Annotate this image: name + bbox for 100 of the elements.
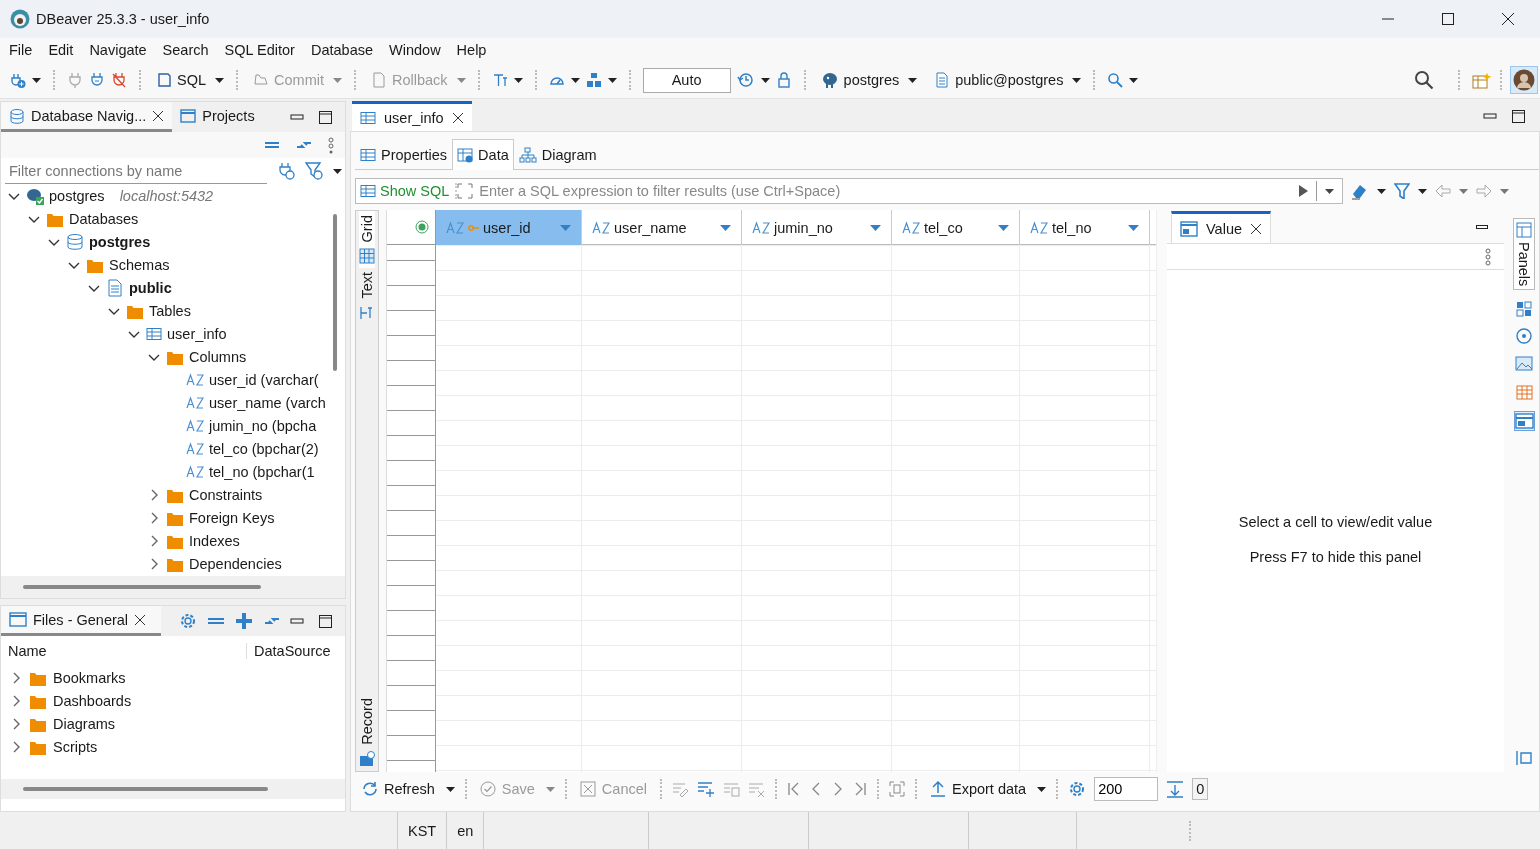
caret-icon[interactable] [1072,77,1082,83]
reconnect-icon[interactable] [89,72,105,88]
select-all-icon[interactable] [415,220,429,234]
add-icon[interactable] [235,612,253,630]
connection-selector[interactable]: postgres [817,69,903,91]
caret-icon[interactable] [1129,77,1139,83]
connection-filter-icon[interactable] [277,162,295,180]
tree-item[interactable]: Dependencies [189,555,282,572]
caret-icon[interactable] [513,77,523,83]
tree-item[interactable]: tel_no (bpchar(1 [209,463,315,480]
minimize-icon[interactable] [1476,225,1488,229]
close-icon[interactable] [152,109,165,122]
eraser-icon[interactable] [1351,182,1369,200]
panels-tab[interactable]: Panels [1513,218,1535,291]
schema-selector[interactable]: public@postgres [931,70,1067,90]
caret-icon[interactable] [215,77,224,83]
menu-item[interactable]: File [1,42,41,58]
column-menu-icon[interactable] [560,224,571,231]
add-row-icon[interactable] [697,780,715,798]
close-icon[interactable] [451,111,464,124]
image-icon[interactable] [1515,355,1533,373]
export-button[interactable]: Export data [927,781,1030,797]
disconnect-icon[interactable] [111,72,127,88]
tree-item[interactable]: Indexes [189,532,240,549]
menu-item[interactable]: Window [381,42,449,58]
maximize-icon[interactable] [318,613,333,629]
lock-icon[interactable] [775,72,792,88]
back-icon[interactable] [1435,183,1451,199]
fetch-size-field[interactable]: 200 [1094,777,1159,801]
tree-item[interactable]: Diagrams [53,715,116,732]
settings-icon[interactable] [1068,780,1087,798]
close-icon[interactable] [1250,222,1262,235]
caret-icon[interactable] [1377,188,1386,194]
settings-icon[interactable] [179,612,197,630]
hierarchy-icon[interactable] [585,72,602,88]
filter-field[interactable]: Enter a SQL expression to filter results (use Ctrl+Space) [479,183,1298,199]
column-menu-icon[interactable] [870,224,881,231]
menu-item[interactable]: Help [448,42,495,58]
tree-item[interactable]: user_info [167,325,227,342]
sidebar-toggle-icon[interactable] [1516,750,1532,766]
column-header[interactable]: user_name [582,210,742,245]
sql-button[interactable]: SQL [153,70,209,90]
column-header[interactable]: tel_co [892,210,1020,245]
more-vertical-icon[interactable] [327,136,335,154]
tree-item[interactable]: postgres [49,187,105,204]
view-tab[interactable]: Record [359,694,375,771]
show-sql-button[interactable]: Show SQL [360,183,458,199]
tree-item[interactable]: tel_co (bpchar(2) [209,440,319,457]
forward-icon[interactable] [1476,183,1492,199]
tree-item[interactable]: Tables [149,302,191,319]
edit-row-icon[interactable] [672,780,689,798]
view-tab[interactable]: Text [359,268,375,325]
tree-item[interactable]: Columns [189,348,247,365]
search-icon[interactable] [1414,70,1434,90]
tree-item[interactable]: Constraints [189,486,263,503]
column-menu-icon[interactable] [720,224,731,231]
caret-icon[interactable] [32,77,41,83]
filter-icon[interactable] [305,162,323,180]
caret-icon[interactable] [1418,188,1427,194]
column-header[interactable]: Name [1,643,247,659]
caret-icon[interactable] [908,77,918,83]
column-header[interactable]: DataSource [247,643,331,659]
page-icon[interactable] [889,781,905,797]
caret-icon[interactable] [333,168,342,174]
search-icon[interactable] [1107,72,1124,88]
column-header[interactable]: jumin_no [742,210,892,245]
maximize-icon[interactable] [1441,12,1455,26]
tree-item[interactable]: Schemas [109,256,170,273]
panel-tab[interactable]: Database Navig... [1,102,173,132]
last-page-icon[interactable] [853,781,867,797]
text-format-icon[interactable] [491,72,508,88]
tree-item[interactable]: public [129,279,172,296]
tree-item[interactable]: Scripts [53,738,98,755]
first-page-icon[interactable] [787,781,801,797]
circle-icon[interactable] [1516,328,1532,345]
close-icon[interactable] [1501,12,1515,26]
panel-view-icon[interactable] [1514,412,1534,431]
panel-tab[interactable]: Projects [172,102,263,132]
column-header[interactable]: user_id [436,210,582,245]
menu-item[interactable]: SQL Editor [216,42,303,58]
view-tab[interactable]: Grid [359,211,375,269]
maximize-icon[interactable] [318,109,333,125]
tree-item[interactable]: postgres [89,233,151,250]
caret-icon[interactable] [1325,188,1334,194]
editor-subtab[interactable]: Data [452,138,514,170]
caret-icon[interactable] [760,77,770,83]
column-menu-icon[interactable] [998,224,1009,231]
perspective-icon[interactable] [1472,71,1492,89]
caret-icon[interactable] [1037,786,1047,792]
avatar-icon[interactable] [1513,69,1535,91]
panel-tab[interactable]: Value [1171,211,1271,243]
column-menu-icon[interactable] [1128,224,1139,231]
run-icon[interactable] [1298,184,1308,198]
column-header[interactable]: tel_no [1020,210,1150,245]
refresh-button[interactable]: Refresh [359,781,438,797]
panel-tab[interactable]: Files - General [1,606,161,636]
caret-icon[interactable] [570,77,580,83]
transaction-mode-field[interactable]: Auto [642,67,731,93]
grid-layout-icon[interactable] [1516,301,1532,318]
editor-tab[interactable]: user_info [352,101,472,131]
